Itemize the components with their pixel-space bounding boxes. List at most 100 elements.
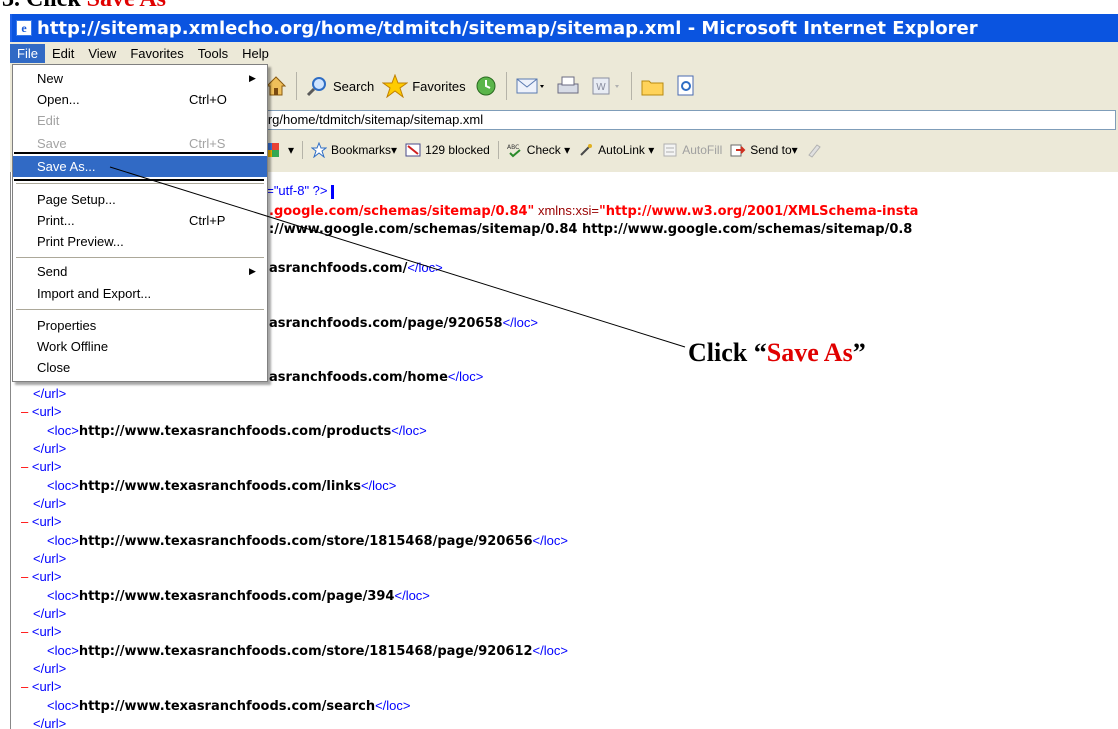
menu-item-label: Close — [37, 360, 71, 375]
loc-line: <loc>http://www.texasranchfoods.com/prod… — [47, 422, 427, 442]
toolbar-separator — [630, 72, 632, 100]
search-button[interactable]: Search — [305, 74, 374, 98]
menu-item-label: Print Preview... — [37, 234, 124, 249]
star-outline-icon — [311, 142, 328, 158]
loc-close-tag: </loc> — [407, 260, 443, 275]
send-to-button[interactable]: Send to▾ — [730, 142, 798, 158]
loc-value: http://www.texasranchfoods.com/store/181… — [78, 644, 533, 659]
menu-edit[interactable]: Edit — [45, 44, 81, 63]
loc-value: http://www.texasranchfoods.com/products — [78, 424, 392, 439]
url-element: – <url> — [21, 623, 62, 642]
menu-item-label: Send — [37, 264, 68, 279]
bookmarks-button[interactable]: Bookmarks▾ — [311, 142, 397, 158]
collapse-toggle[interactable]: – — [21, 514, 28, 529]
step-instruction: 3. Click Save As — [0, 0, 1118, 14]
menu-item-label: Print... — [37, 213, 75, 228]
menu-item-new[interactable]: New ▶ — [13, 68, 267, 89]
collapse-toggle[interactable]: – — [21, 404, 28, 419]
google-toolbar: ▾ Bookmarks▾ 129 blocked ABC Check ▾ Aut… — [264, 136, 822, 164]
file-menu-dropdown: New ▶ Open... Ctrl+O Edit Save Ctrl+S Save … — [12, 64, 268, 382]
url-close-tag: </url> — [33, 386, 67, 401]
menu-item-send[interactable]: Send ▶ — [13, 261, 267, 282]
callout-annotation: Click “Save As” — [688, 338, 866, 368]
search-label: Search — [333, 78, 375, 94]
toolbar-separator — [302, 141, 304, 159]
loc-line: asranchfoods.com/home</loc> — [269, 368, 483, 388]
print-button[interactable] — [555, 74, 581, 98]
menu-item-save: Save Ctrl+S — [13, 133, 267, 154]
menu-help[interactable]: Help — [235, 44, 276, 63]
collapse-toggle[interactable]: – — [21, 459, 28, 474]
menu-view[interactable]: View — [81, 44, 123, 63]
check-label: Check ▾ — [526, 143, 571, 157]
loc-close-tag: </loc> — [447, 369, 484, 384]
menu-item-shortcut: Ctrl+P — [189, 213, 226, 228]
loc-open-tag: <loc> — [47, 698, 79, 713]
loc-value: http://www.texasranchfoods.com/search — [78, 699, 376, 714]
menu-item-label: New — [37, 71, 64, 86]
menu-item-label: Properties — [37, 318, 97, 333]
menu-separator — [16, 183, 264, 184]
loc-open-tag: <loc> — [47, 533, 79, 548]
send-to-label: Send to▾ — [750, 143, 798, 157]
menu-item-save-as[interactable]: Save As... — [13, 156, 267, 177]
xml-urlset-attrs: .google.com/schemas/sitemap/0.84" xmlns:… — [269, 202, 918, 222]
menu-separator — [16, 257, 264, 258]
xmlns-value: .google.com/schemas/sitemap/0.84" — [269, 204, 535, 219]
loc-close-tag: </loc> — [532, 533, 568, 548]
mail-button[interactable] — [515, 74, 547, 98]
dropdown-arrow-icon[interactable]: ▾ — [288, 143, 294, 157]
menu-item-shortcut: Ctrl+S — [189, 136, 226, 151]
menu-item-close[interactable]: Close — [13, 357, 267, 378]
autofill-label: AutoFill — [682, 143, 723, 157]
favorites-button[interactable]: Favorites — [382, 74, 466, 98]
address-input[interactable]: .org/home/tdmitch/sitemap/sitemap.xml — [254, 110, 1116, 130]
search-icon — [306, 77, 326, 97]
menu-item-print[interactable]: Print... Ctrl+P — [13, 210, 267, 231]
collapse-toggle[interactable]: – — [21, 569, 28, 584]
popup-blocked-icon — [405, 143, 421, 157]
menu-item-open[interactable]: Open... Ctrl+O — [13, 89, 267, 110]
autofill-button[interactable]: AutoFill — [662, 142, 722, 158]
loc-value: asranchfoods.com/ — [269, 261, 408, 276]
menu-item-import-export[interactable]: Import and Export... — [13, 283, 267, 304]
menu-item-edit: Edit — [13, 110, 267, 131]
folder-button[interactable] — [640, 74, 666, 98]
callout-prefix: Click “ — [688, 338, 767, 367]
ie-page-icon: e — [16, 20, 32, 36]
research-button[interactable] — [674, 74, 698, 98]
menu-item-label: Edit — [37, 113, 60, 128]
menu-item-shortcut: Ctrl+O — [189, 92, 227, 107]
menu-file[interactable]: File — [10, 43, 45, 63]
url-element: – <url> — [21, 513, 62, 532]
loc-open-tag: <loc> — [47, 643, 79, 658]
collapse-toggle[interactable]: – — [21, 679, 28, 694]
url-element: – <url> — [21, 458, 62, 477]
popup-blocker-button[interactable]: 129 blocked — [405, 142, 490, 158]
loc-close-tag: </loc> — [394, 588, 430, 603]
menu-item-page-setup[interactable]: Page Setup... — [13, 189, 267, 210]
highlighter-icon[interactable] — [806, 142, 822, 158]
url-close-tag: </url> — [33, 606, 67, 621]
research-page-icon — [677, 75, 694, 96]
autolink-button[interactable]: AutoLink ▾ — [578, 142, 654, 158]
loc-line: asranchfoods.com/</loc> — [269, 259, 443, 279]
history-button[interactable] — [474, 74, 498, 98]
loc-line: <loc>http://www.texasranchfoods.com/stor… — [47, 532, 568, 552]
menu-item-print-preview[interactable]: Print Preview... — [13, 231, 267, 252]
svg-text:W: W — [596, 82, 606, 93]
menu-tools[interactable]: Tools — [191, 44, 235, 63]
edit-word-button[interactable]: W — [589, 74, 623, 98]
window-titlebar: e http://sitemap.xmlecho.org/home/tdmitc… — [10, 14, 1118, 42]
loc-line: asranchfoods.com/page/920658</loc> — [269, 314, 538, 334]
history-icon — [476, 76, 496, 96]
spellcheck-button[interactable]: ABC Check ▾ — [507, 142, 570, 158]
menu-item-properties[interactable]: Properties — [13, 315, 267, 336]
callout-action: Save As — [766, 338, 853, 367]
loc-line: <loc>http://www.texasranchfoods.com/stor… — [47, 642, 568, 662]
menu-item-work-offline[interactable]: Work Offline — [13, 336, 267, 357]
xml-decl-text: g="utf-8" ?> — [259, 183, 328, 198]
collapse-toggle[interactable]: – — [21, 624, 28, 639]
url-element: – <url> — [21, 403, 62, 422]
menu-favorites[interactable]: Favorites — [123, 44, 190, 63]
